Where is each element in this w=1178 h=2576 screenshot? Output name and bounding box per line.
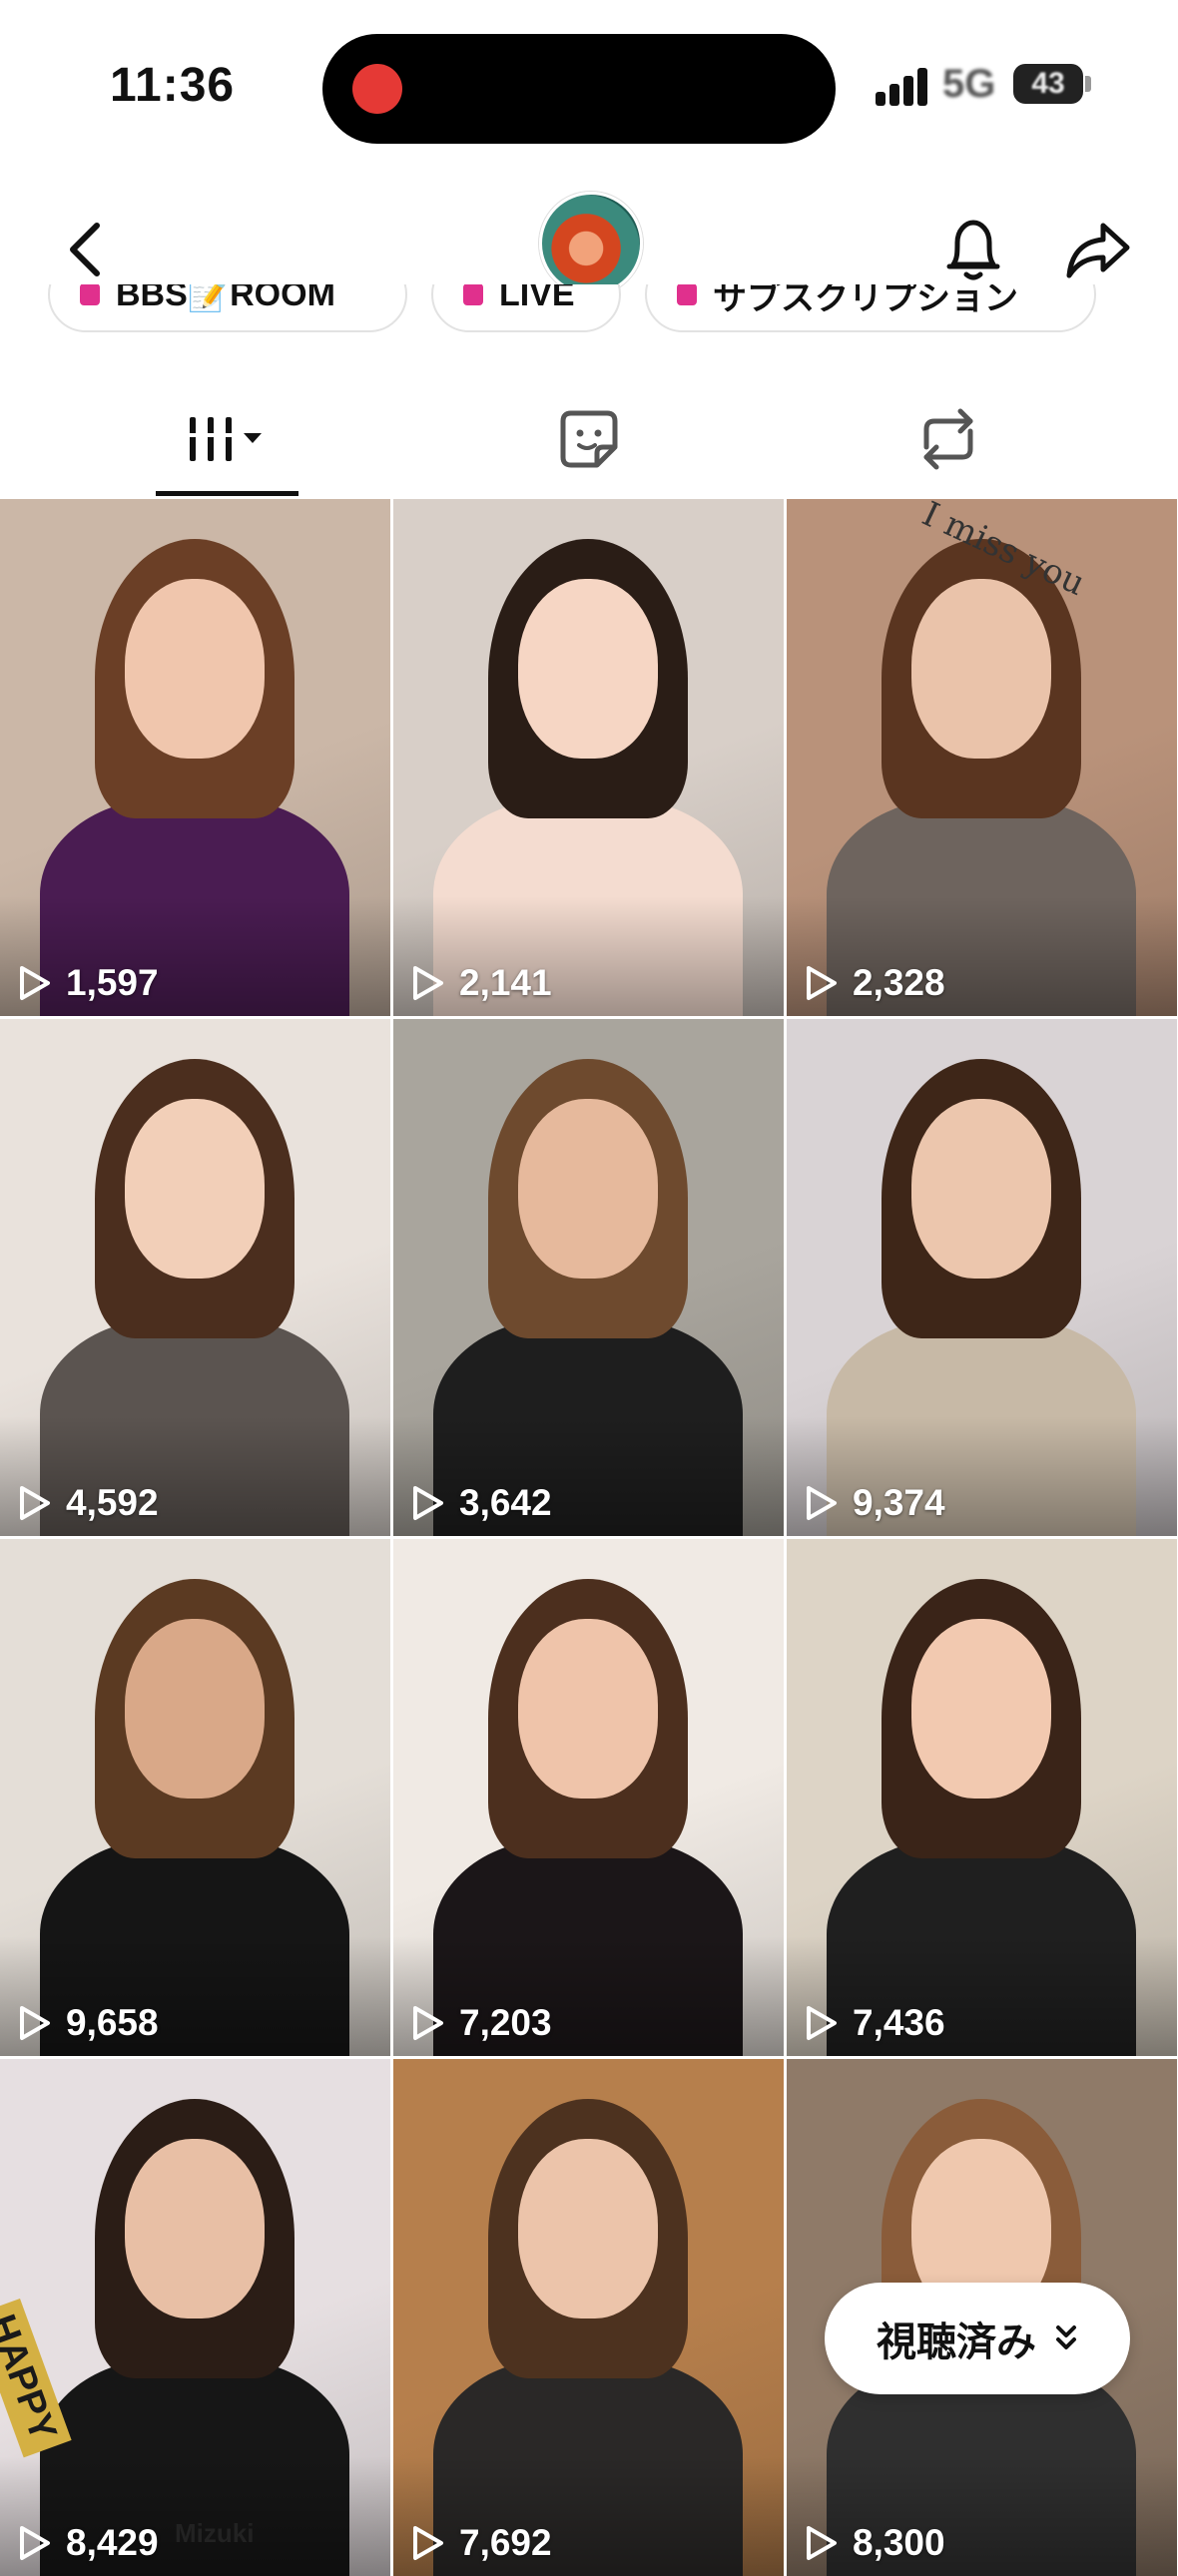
subscription-icon: [677, 284, 697, 305]
view-count: 1,597: [18, 962, 159, 1004]
video-tile[interactable]: 7,692: [393, 2059, 784, 2576]
play-icon: [20, 966, 50, 1000]
video-tile[interactable]: 1,597: [0, 499, 390, 1016]
pill-label: サブスクリプション: [713, 284, 1018, 317]
thumbnail-figure-face: [911, 1099, 1051, 1279]
thumbnail-figure-face: [518, 2139, 658, 2318]
profile-link-pills: BBS📝ROOM LIVE サブスクリプション: [0, 284, 1178, 354]
tab-reposts[interactable]: [799, 379, 1098, 499]
play-icon: [413, 966, 443, 1000]
share-arrow-icon: [1066, 223, 1130, 278]
grid-videos-icon: [186, 417, 262, 461]
video-tile[interactable]: 7,436: [787, 1539, 1177, 2056]
back-button[interactable]: [50, 210, 120, 289]
video-tile[interactable]: 7,203: [393, 1539, 784, 2056]
view-count: 7,203: [411, 2002, 552, 2044]
thumbnail-figure-face: [125, 2139, 265, 2318]
view-count-value: 3,642: [459, 1482, 552, 1523]
thumbnail-figure-face: [125, 1619, 265, 1799]
view-count: 2,141: [411, 962, 552, 1004]
thumbnail-figure-face: [518, 1619, 658, 1799]
share-button[interactable]: [1058, 205, 1138, 294]
view-count-value: 7,692: [459, 2522, 552, 2563]
status-bar: 11:36 5G 43: [0, 0, 1178, 170]
view-count: 8,429: [18, 2522, 159, 2564]
view-count-value: 9,658: [66, 2002, 159, 2043]
avatar[interactable]: [539, 192, 643, 295]
tab-liked[interactable]: [439, 379, 739, 499]
view-count: 9,658: [18, 2002, 159, 2044]
watched-filter-button[interactable]: 視聴済み: [825, 2283, 1130, 2394]
video-tile[interactable]: 9,374: [787, 1019, 1177, 1536]
play-icon: [807, 2006, 837, 2040]
battery-icon: 43: [1013, 64, 1083, 104]
thumbnail-figure-face: [911, 1619, 1051, 1799]
video-tile[interactable]: 8,429 HAPPY Mizuki: [0, 2059, 390, 2576]
pill-bbs-room[interactable]: BBS📝ROOM: [48, 284, 407, 332]
thumbnail-figure-face: [125, 579, 265, 759]
view-count: 2,328: [805, 962, 945, 1004]
video-tile[interactable]: 2,328 I miss you: [787, 499, 1177, 1016]
play-icon: [413, 2526, 443, 2560]
view-count-value: 7,436: [853, 2002, 945, 2043]
overlay-cake-text: Mizuki: [175, 2518, 255, 2548]
pill-subscription[interactable]: サブスクリプション: [645, 284, 1096, 332]
view-count-value: 1,597: [66, 962, 159, 1003]
battery-tip: [1085, 76, 1091, 92]
dynamic-island: [322, 34, 836, 144]
tab-videos[interactable]: [78, 379, 377, 499]
pill-icon: [80, 284, 100, 305]
thumbnail-figure-face: [125, 1099, 265, 1279]
sticker-smile-icon: [560, 410, 618, 468]
pill-label: BBS📝ROOM: [116, 284, 335, 313]
play-icon: [20, 2526, 50, 2560]
recording-indicator-icon: [352, 64, 402, 114]
thumbnail-figure-face: [518, 579, 658, 759]
play-icon: [20, 2006, 50, 2040]
overlay-banner-text: HAPPY: [0, 2299, 72, 2458]
view-count-value: 4,592: [66, 1482, 159, 1523]
video-grid: 1,597 2,141 2,328 I miss you 4,592 3,642 9,374…: [0, 499, 1178, 2576]
view-count: 7,692: [411, 2522, 552, 2564]
play-icon: [807, 966, 837, 1000]
play-icon: [807, 2526, 837, 2560]
thumbnail-figure-face: [911, 579, 1051, 759]
network-type: 5G: [942, 62, 996, 106]
watched-label: 視聴済み: [877, 2320, 1036, 2364]
view-count: 4,592: [18, 1482, 159, 1524]
pill-label: LIVE: [499, 284, 575, 313]
view-count-value: 2,141: [459, 962, 552, 1003]
bell-icon: [946, 220, 1000, 280]
view-count: 3,642: [411, 1482, 552, 1524]
play-icon: [20, 1486, 50, 1520]
view-count-value: 8,300: [853, 2522, 945, 2563]
view-count-value: 9,374: [853, 1482, 945, 1523]
repost-icon: [923, 408, 973, 470]
content-tabs: [0, 379, 1178, 499]
status-time: 11:36: [110, 59, 236, 112]
thumbnail-figure-face: [518, 1099, 658, 1279]
notification-button[interactable]: [933, 205, 1013, 294]
view-count-value: 2,328: [853, 962, 945, 1003]
double-chevron-down-icon: [1056, 2325, 1076, 2349]
signal-icon: [876, 66, 935, 106]
chevron-left-icon: [70, 223, 100, 276]
view-count: 9,374: [805, 1482, 945, 1524]
video-tile[interactable]: 2,141: [393, 499, 784, 1016]
view-count-value: 8,429: [66, 2522, 159, 2563]
video-tile[interactable]: 3,642: [393, 1019, 784, 1536]
active-tab-indicator: [156, 491, 298, 496]
pill-live[interactable]: LIVE: [431, 284, 621, 332]
play-icon: [413, 2006, 443, 2040]
view-count-value: 7,203: [459, 2002, 552, 2043]
view-count: 8,300: [805, 2522, 945, 2564]
play-icon: [413, 1486, 443, 1520]
video-tile[interactable]: 4,592: [0, 1019, 390, 1536]
video-tile[interactable]: 9,658: [0, 1539, 390, 2056]
view-count: 7,436: [805, 2002, 945, 2044]
live-icon: [463, 284, 483, 305]
battery-level: 43: [1031, 67, 1065, 100]
play-icon: [807, 1486, 837, 1520]
